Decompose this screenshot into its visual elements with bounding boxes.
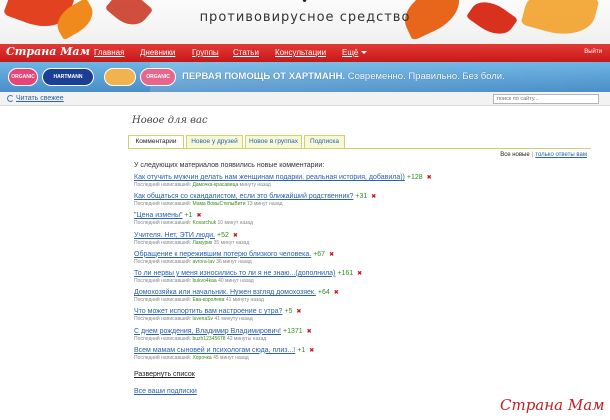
tab-friends[interactable]: Новое у друзей xyxy=(186,135,243,149)
nav-more[interactable]: Ещё xyxy=(342,48,367,57)
product-pill: ORGANIC xyxy=(8,68,38,86)
item-user-link[interactable]: Kosarchuk xyxy=(192,220,216,226)
delete-icon[interactable]: ✖ xyxy=(334,290,339,296)
nav-articles[interactable]: Статьи xyxy=(233,48,259,57)
filter-replies-only[interactable]: только ответы вам xyxy=(535,152,587,158)
product-pill: ORGANIC xyxy=(140,68,176,86)
delete-icon[interactable]: ✖ xyxy=(307,329,312,335)
item-user-link[interactable]: Хорочка xyxy=(192,355,211,361)
item-score: +161 xyxy=(337,269,354,277)
tab-groups[interactable]: Новое в группах xyxy=(245,135,302,149)
list-item: То ли нервы у меня износились то ли я не… xyxy=(134,269,363,284)
delete-icon[interactable]: ✖ xyxy=(329,252,334,258)
search-input[interactable] xyxy=(493,94,599,104)
item-score: +5 xyxy=(284,308,293,316)
site-watermark: Страна Мам xyxy=(500,396,605,414)
list-item: С днем рождения, Владимир Владимирович! +… xyxy=(134,327,312,342)
item-score: +1 xyxy=(184,212,193,220)
refresh-icon xyxy=(7,95,14,102)
item-title-link[interactable]: Что может испортить вам настроение с утр… xyxy=(134,308,282,315)
list-item: Что может испортить вам настроение с утр… xyxy=(134,308,302,323)
read-fresh-link[interactable]: Читать свежее xyxy=(16,95,64,102)
list-item: Как отучить мужчин делать нам женщинам п… xyxy=(134,174,432,188)
item-title-link[interactable]: С днем рождения, Владимир Владимирович! xyxy=(134,328,281,335)
item-title-link[interactable]: Обращение к пережившим потерю близкого ч… xyxy=(134,251,311,258)
delete-icon[interactable]: ✖ xyxy=(233,233,238,239)
item-score: +31 xyxy=(355,193,368,201)
item-user-link[interactable]: buzh12345678 xyxy=(192,336,225,342)
delete-icon[interactable]: ✖ xyxy=(427,175,432,181)
intro-text: У следующих материалов появились новые к… xyxy=(134,162,325,169)
toolbar: Читать свежее xyxy=(0,92,610,106)
item-title-link[interactable]: Домохозяйка или начальник. Нужен взгляд … xyxy=(134,289,316,296)
item-user-link[interactable]: Ламурик xyxy=(192,240,212,246)
hartmann-logo: HARTMANN xyxy=(42,68,94,86)
item-title-link[interactable]: Как общаться со скандалистом, если это б… xyxy=(134,193,353,200)
tab-subscription[interactable]: Подписка xyxy=(304,135,345,149)
item-user-link[interactable]: Мама ВовыСтепыВити xyxy=(192,201,245,207)
item-title-link[interactable]: То ли нервы у меня износились то ли я не… xyxy=(134,270,335,277)
item-title-link[interactable]: Учителя. Нет, ЭТИ люди. xyxy=(134,232,215,239)
list-item: Всем мамам сыновей и психологам сюда, пл… xyxy=(134,346,315,361)
ad-slogan: ПЕРВАЯ ПОМОЩЬ ОТ ХАРТМАНН. Современно. П… xyxy=(182,71,505,82)
list-item: Обращение к пережившим потерю близкого ч… xyxy=(134,250,335,265)
tab-divider xyxy=(128,148,591,149)
item-title-link[interactable]: Всем мамам сыновей и психологам сюда, пл… xyxy=(134,347,295,354)
delete-icon[interactable]: ✖ xyxy=(357,271,362,277)
item-score: +52 xyxy=(217,231,229,239)
site-logo[interactable]: Страна Мам xyxy=(6,45,90,58)
item-score: +67 xyxy=(313,250,326,258)
delete-icon[interactable]: ✖ xyxy=(196,213,201,219)
product-pill xyxy=(104,68,136,86)
item-title-link[interactable]: Как отучить мужчин делать нам женщинам п… xyxy=(134,174,405,181)
comment-list: Как отучить мужчин делать нам женщинам п… xyxy=(134,174,574,366)
expand-list-link[interactable]: Развернуть список xyxy=(134,371,195,378)
comment-filter: Все новые | только ответы вам xyxy=(500,152,587,158)
item-score: +64 xyxy=(317,289,330,297)
nav-diaries[interactable]: Дневники xyxy=(140,48,175,57)
filter-separator: | xyxy=(531,152,534,158)
all-subscriptions-link[interactable]: Все ваши подписки xyxy=(134,388,197,395)
list-item: Домохозяйка или начальник. Нужен взгляд … xyxy=(134,289,339,304)
nav-home[interactable]: Главная xyxy=(94,48,124,57)
banner-mark: • xyxy=(300,0,310,8)
item-user-link[interactable]: luvenaSv xyxy=(192,316,213,322)
item-score: +1 xyxy=(297,346,306,354)
top-ad-banner[interactable]: • противовирусное средство xyxy=(0,0,610,44)
hartmann-ad-banner[interactable]: ORGANIC HARTMANN ORGANIC ПЕРВАЯ ПОМОЩЬ О… xyxy=(0,62,610,92)
item-score: +1371 xyxy=(283,327,303,335)
delete-icon[interactable]: ✖ xyxy=(296,309,301,315)
item-user-link[interactable]: Дамочка-красавица xyxy=(192,182,238,188)
delete-icon[interactable]: ✖ xyxy=(309,348,314,354)
filter-all-new[interactable]: Все новые xyxy=(500,152,530,158)
logout-link[interactable]: Выйти xyxy=(584,49,602,55)
item-score: +128 xyxy=(406,174,423,181)
item-user-link[interactable]: avrora-lav xyxy=(192,259,214,265)
nav-groups[interactable]: Группы xyxy=(192,48,219,57)
page-title: Новое для вас xyxy=(132,115,208,126)
list-item: "Цена измены" +1 ✖ Последний написавший: K… xyxy=(134,212,254,227)
nav-consultations[interactable]: Консультации xyxy=(275,48,326,57)
delete-icon[interactable]: ✖ xyxy=(371,194,376,200)
main-nav: Страна Мам Главная Дневники Группы Стать… xyxy=(0,44,610,62)
tab-comments[interactable]: Комментарии xyxy=(128,135,184,149)
list-item: Учителя. Нет, ЭТИ люди. +52 ✖ Последний на… xyxy=(134,231,250,246)
list-item: Как общаться со скандалистом, если это б… xyxy=(134,193,377,208)
item-title-link[interactable]: "Цена измены" xyxy=(134,212,182,219)
banner-text: противовирусное средство xyxy=(199,10,411,25)
item-user-link[interactable]: Ева-королева xyxy=(192,297,224,303)
item-user-link[interactable]: bukvo4kaa xyxy=(192,278,216,284)
